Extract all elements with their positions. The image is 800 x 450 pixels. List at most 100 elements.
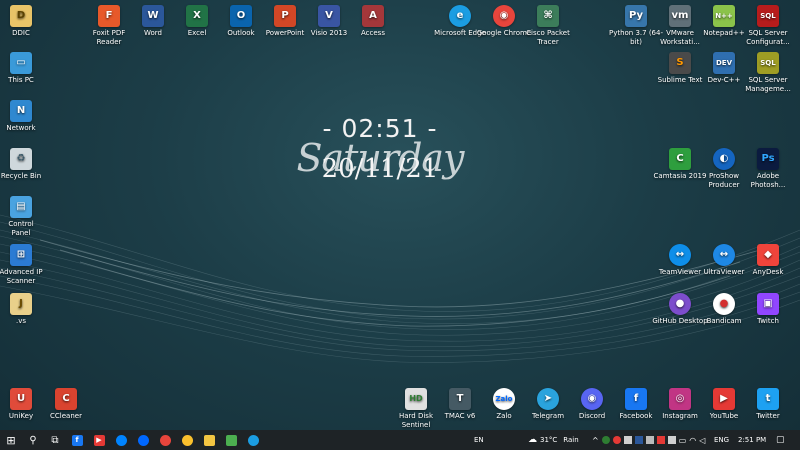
- folder-icon: [203, 434, 215, 446]
- weather-description: Rain: [563, 436, 579, 444]
- desktop-icon-label: Access: [361, 29, 385, 37]
- camtasia-icon: C: [669, 148, 691, 170]
- desktop-icon-sql-config[interactable]: SQL SQL Server Configurat...: [739, 5, 797, 46]
- windows-logo-icon: ⊞: [6, 433, 16, 447]
- tray-app-icon[interactable]: [645, 436, 654, 444]
- word-tray-icon[interactable]: [634, 436, 643, 444]
- chrome-tray-icon[interactable]: [612, 436, 621, 444]
- zalo-icon: [137, 434, 149, 446]
- notification-center-button[interactable]: ▢: [776, 430, 785, 450]
- anydesk-icon: ◆: [757, 244, 779, 266]
- start-button[interactable]: ⊞: [0, 430, 22, 450]
- language-indicator: ENG: [714, 436, 730, 444]
- network-icon: N: [10, 100, 32, 122]
- tray-app-icon[interactable]: [667, 436, 676, 444]
- chevron-up-icon[interactable]: ^: [592, 436, 599, 445]
- desktop-icon-label: Network: [6, 124, 36, 132]
- unikey-tray-icon[interactable]: [656, 436, 665, 444]
- desktop-icon-recycle-bin[interactable]: ♻ Recycle Bin: [0, 148, 50, 181]
- task-view-button[interactable]: ⧉: [44, 430, 66, 450]
- tray-app-icon[interactable]: [601, 436, 610, 444]
- folder-icon: J: [10, 293, 32, 315]
- desktop-icon-vs[interactable]: J .vs: [0, 293, 50, 326]
- search-button[interactable]: ⚲: [22, 430, 44, 450]
- desktop-icon-photoshop[interactable]: Ps Adobe Photosh...: [739, 148, 797, 189]
- desktop-icon-label: DDIC: [12, 29, 30, 37]
- python-icon: Py: [625, 5, 647, 27]
- desktop-icon-label: This PC: [8, 76, 34, 84]
- desktop-icon-this-pc[interactable]: ▭ This PC: [0, 52, 50, 85]
- telegram-icon: ➤: [537, 388, 559, 410]
- visio-icon: V: [318, 5, 340, 27]
- messenger-icon: [115, 434, 127, 446]
- desktop-icon-label: CCleaner: [50, 412, 82, 420]
- desktop-icon-ccleaner[interactable]: C CCleaner: [37, 388, 95, 421]
- taskbar-time: 2:51 PM: [738, 436, 767, 444]
- word-icon: W: [142, 5, 164, 27]
- taskbar-messenger[interactable]: [110, 430, 132, 450]
- teamviewer-icon: ↔: [669, 244, 691, 266]
- desktop-icon-label: Cisco Packet Tracer: [526, 29, 570, 46]
- youtube-icon: ▶: [713, 388, 735, 410]
- taskbar-onenote[interactable]: [220, 430, 242, 450]
- taskbar-chrome[interactable]: [154, 430, 176, 450]
- rain-cloud-icon: ☁: [528, 435, 537, 445]
- battery-icon[interactable]: ▭: [679, 436, 687, 445]
- unikey-icon: U: [10, 388, 32, 410]
- ultraviewer-icon: ↔: [713, 244, 735, 266]
- weather-temperature: 31°C: [540, 436, 558, 444]
- taskbar-file-explorer[interactable]: [198, 430, 220, 450]
- weather-widget[interactable]: ☁ 31°C Rain: [528, 430, 579, 450]
- search-icon: ⚲: [29, 434, 37, 446]
- desktop-icon-sql-mgmt[interactable]: SQL SQL Server Manageme...: [739, 52, 797, 93]
- taskbar-clock[interactable]: 2:51 PM: [738, 430, 766, 450]
- desktop-icon-twitch[interactable]: ▣ Twitch: [739, 293, 797, 326]
- chrome-icon: [159, 434, 171, 446]
- notification-icon: ▢: [776, 435, 785, 445]
- sublime-icon: S: [669, 52, 691, 74]
- tray-app-icon[interactable]: [623, 436, 632, 444]
- desktop-icon-label: Control Panel: [8, 220, 34, 237]
- chrome-icon: ◉: [493, 5, 515, 27]
- desktop-icon-anydesk[interactable]: ◆ AnyDesk: [739, 244, 797, 277]
- input-language-left[interactable]: EN: [474, 430, 484, 450]
- desktop-icon-cisco-packet-tracer[interactable]: ⌘ Cisco Packet Tracer: [519, 5, 577, 46]
- taskbar-edge[interactable]: [242, 430, 264, 450]
- chrome-icon: [181, 434, 193, 446]
- photoshop-icon: Ps: [757, 148, 779, 170]
- volume-icon[interactable]: ◁: [699, 436, 705, 445]
- foxit-icon: F: [98, 5, 120, 27]
- language-switcher[interactable]: ENG: [714, 430, 729, 450]
- facebook-icon: f: [71, 434, 83, 446]
- desktop-icon-label: Recycle Bin: [0, 172, 42, 180]
- desktop-icon-access[interactable]: A Access: [344, 5, 402, 38]
- desktop-icon-network[interactable]: N Network: [0, 100, 50, 133]
- desktop-icon-label: Twitter: [756, 412, 780, 420]
- powerpoint-icon: P: [274, 5, 296, 27]
- ip-scanner-icon: ⊞: [10, 244, 32, 266]
- github-icon: ●: [669, 293, 691, 315]
- desktop-icon-label: Advanced IP Scanner: [0, 268, 43, 285]
- wifi-icon[interactable]: ◠: [689, 436, 696, 445]
- excel-icon: X: [186, 5, 208, 27]
- taskbar-chrome-profile[interactable]: [176, 430, 198, 450]
- desktop-icon-advanced-ip-scanner[interactable]: ⊞ Advanced IP Scanner: [0, 244, 50, 285]
- access-icon: A: [362, 5, 384, 27]
- edge-icon: e: [449, 5, 471, 27]
- taskbar: ⊞ ⚲ ⧉ f ▶ EN ☁ 31°C Rain ^ ▭ ◠ ◁ ENG 2:5…: [0, 430, 800, 450]
- taskbar-youtube[interactable]: ▶: [88, 430, 110, 450]
- taskbar-zalo[interactable]: [132, 430, 154, 450]
- sql-management-icon: SQL: [757, 52, 779, 74]
- notepad-icon: N++: [713, 5, 735, 27]
- recycle-bin-icon: ♻: [10, 148, 32, 170]
- desktop-icon-twitter[interactable]: t Twitter: [739, 388, 797, 421]
- taskbar-facebook[interactable]: f: [66, 430, 88, 450]
- desktop-icon-label: SQL Server Configurat...: [746, 29, 790, 46]
- tmac-icon: T: [449, 388, 471, 410]
- task-view-icon: ⧉: [51, 434, 59, 446]
- folder-icon: D: [10, 5, 32, 27]
- desktop-icon-ddic[interactable]: D DDIC: [0, 5, 50, 38]
- devcpp-icon: DEV: [713, 52, 735, 74]
- proshow-icon: ◐: [713, 148, 735, 170]
- desktop-icon-control-panel[interactable]: ▤ Control Panel: [0, 196, 50, 237]
